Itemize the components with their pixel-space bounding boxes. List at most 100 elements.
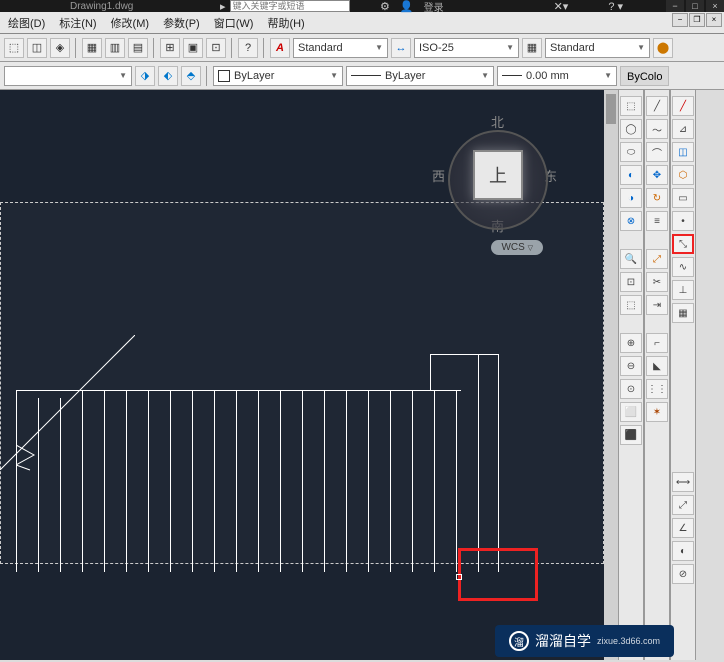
menu-window[interactable]: 窗口(W) <box>210 13 258 33</box>
draw-hatch[interactable]: ▦ <box>672 303 694 323</box>
menu-draw[interactable]: 绘图(D) <box>4 13 49 33</box>
draw-polygon[interactable]: ⬡ <box>672 165 694 185</box>
tool-icon[interactable]: ⬤ <box>653 38 673 58</box>
maximize-button[interactable]: □ <box>686 0 704 12</box>
tool-icon[interactable]: ◫ <box>27 38 47 58</box>
scrollbar-vertical[interactable] <box>604 90 618 660</box>
dim-aligned[interactable]: ⤢ <box>672 495 694 515</box>
viewcube-top-face[interactable]: 上 <box>473 150 523 200</box>
tool-trim[interactable]: ✂ <box>646 272 668 292</box>
tool-column-1: ⬚ ◯ ⬭ ◐ ◑ ⊗ 🔍 ⊡ ⬚ ⊕ ⊖ ⊙ ⬜ ⬛ <box>618 90 644 660</box>
tool-icon[interactable]: ⊡ <box>206 38 226 58</box>
dim-linear[interactable]: ⟷ <box>672 472 694 492</box>
dim-style-dropdown[interactable]: ISO-25 ▼ <box>414 38 519 58</box>
tool-icon[interactable]: ▥ <box>105 38 125 58</box>
tool-3d-icon[interactable]: ⊗ <box>620 211 642 231</box>
toolbar-styles: ⬚ ◫ ◈ ▦ ▥ ▤ ⊞ ▣ ⊡ ? A Standard ▼ ↔ ISO-2… <box>0 34 724 62</box>
tool-chamfer[interactable]: ◣ <box>646 356 668 376</box>
zoom-out[interactable]: ⊖ <box>620 356 642 376</box>
help-icon[interactable]: ? ▾ <box>608 0 623 13</box>
tool-icon[interactable]: ▣ <box>183 38 203 58</box>
linetype2-dropdown[interactable]: ByLayer ▼ <box>346 66 494 86</box>
drawing-element <box>302 390 303 572</box>
draw-rect[interactable]: ▭ <box>672 188 694 208</box>
tool-icon[interactable]: ⬚ <box>4 38 24 58</box>
close-button[interactable]: × <box>706 0 724 12</box>
zoom-window[interactable]: ⊡ <box>620 272 642 292</box>
zoom-in[interactable]: ⊕ <box>620 333 642 353</box>
doc-restore[interactable]: ❐ <box>689 13 705 27</box>
tool-ellipse[interactable]: ⬭ <box>620 142 642 162</box>
login-label[interactable]: 登录 <box>424 0 444 14</box>
draw-spline[interactable]: ∿ <box>672 257 694 277</box>
dim-diameter[interactable]: ⊘ <box>672 564 694 584</box>
dim-angular[interactable]: ∠ <box>672 518 694 538</box>
text-style-dropdown[interactable]: Standard ▼ <box>293 38 388 58</box>
tool-3d-icon[interactable]: ◐ <box>620 165 642 185</box>
tool-icon[interactable]: ▤ <box>128 38 148 58</box>
wcs-badge[interactable]: WCS ▽ <box>491 240 543 255</box>
exchange-icon[interactable]: ✕▾ <box>554 0 569 13</box>
tool-scale[interactable]: ⤢ <box>646 249 668 269</box>
zoom-all[interactable]: ⬜ <box>620 402 642 422</box>
zoom-prev[interactable]: ⬚ <box>620 295 642 315</box>
search-input[interactable] <box>230 0 350 12</box>
minimize-button[interactable]: − <box>666 0 684 12</box>
layer-dropdown[interactable]: ▼ <box>4 66 132 86</box>
tool-icon[interactable]: ⊞ <box>160 38 180 58</box>
table-style-dropdown[interactable]: Standard ▼ <box>545 38 650 58</box>
tool-extend[interactable]: ⇥ <box>646 295 668 315</box>
menu-dimension[interactable]: 标注(N) <box>55 13 100 33</box>
doc-close[interactable]: × <box>706 13 722 27</box>
tool-pline[interactable]: 〜 <box>646 119 668 139</box>
tool-rotate[interactable]: ↻ <box>646 188 668 208</box>
user-icon[interactable]: 👤 <box>400 0 414 13</box>
draw-join[interactable]: ⊥ <box>672 280 694 300</box>
tool-explode[interactable]: ✶ <box>646 402 668 422</box>
draw-point[interactable]: • <box>672 211 694 231</box>
dropdown-arrow-icon: ▼ <box>506 43 514 52</box>
dim-tool-icon[interactable]: ↔ <box>391 38 411 58</box>
tool-icon[interactable]: ▦ <box>82 38 102 58</box>
draw-break-highlighted[interactable]: ⤡ <box>674 236 692 252</box>
scrollbar-thumb[interactable] <box>606 94 616 124</box>
tool-fillet[interactable]: ⌐ <box>646 333 668 353</box>
tool-array[interactable]: ⋮⋮ <box>646 379 668 399</box>
viewcube[interactable]: 北 西 东 南 上 <box>438 100 568 230</box>
menu-param[interactable]: 参数(P) <box>159 13 204 33</box>
tool-offset[interactable]: ≡ <box>646 211 668 231</box>
zoom-center[interactable]: ⊙ <box>620 379 642 399</box>
tool-line[interactable]: ╱ <box>646 96 668 116</box>
draw-line[interactable]: ╱ <box>672 96 694 116</box>
zoom-extents[interactable]: ⬛ <box>620 425 642 445</box>
zoom-realtime[interactable]: 🔍 <box>620 249 642 269</box>
menu-modify[interactable]: 修改(M) <box>107 13 154 33</box>
linetype-dropdown[interactable]: ByLayer ▼ <box>213 66 343 86</box>
layer-tool-icon[interactable]: ⬘ <box>181 66 201 86</box>
lineweight-dropdown[interactable]: 0.00 mm ▼ <box>497 66 617 86</box>
doc-minimize[interactable]: − <box>672 13 688 27</box>
tool-icon[interactable]: ◈ <box>50 38 70 58</box>
cursor-pickbox <box>456 574 462 580</box>
layer-tool-icon[interactable]: ⬗ <box>135 66 155 86</box>
layer-tool-icon[interactable]: ⬖ <box>158 66 178 86</box>
dim-radius[interactable]: ◐ <box>672 541 694 561</box>
compass-west[interactable]: 西 <box>432 166 445 185</box>
canvas[interactable]: 北 西 东 南 上 WCS ▽ <box>0 90 618 660</box>
compass-north[interactable]: 北 <box>491 112 504 131</box>
online-icon[interactable]: ⚙ <box>380 0 390 13</box>
font-icon[interactable]: A <box>270 38 290 58</box>
right-toolbars: ⬚ ◯ ⬭ ◐ ◑ ⊗ 🔍 ⊡ ⬚ ⊕ ⊖ ⊙ ⬜ ⬛ ╱ 〜 ⌒ ✥ ↻ ≡ … <box>618 90 696 660</box>
drawing-element <box>412 390 413 572</box>
tool-3d-icon[interactable]: ◑ <box>620 188 642 208</box>
tool-arc[interactable]: ⌒ <box>646 142 668 162</box>
draw-mirror[interactable]: ◫ <box>672 142 694 162</box>
menu-help[interactable]: 帮助(H) <box>263 13 308 33</box>
draw-xline[interactable]: ⊿ <box>672 119 694 139</box>
tool-zoom-window[interactable]: ⬚ <box>620 96 642 116</box>
tool-circle[interactable]: ◯ <box>620 119 642 139</box>
table-tool-icon[interactable]: ▦ <box>522 38 542 58</box>
help-tool-icon[interactable]: ? <box>238 38 258 58</box>
dropdown-arrow-icon: ▼ <box>637 43 645 52</box>
tool-move[interactable]: ✥ <box>646 165 668 185</box>
